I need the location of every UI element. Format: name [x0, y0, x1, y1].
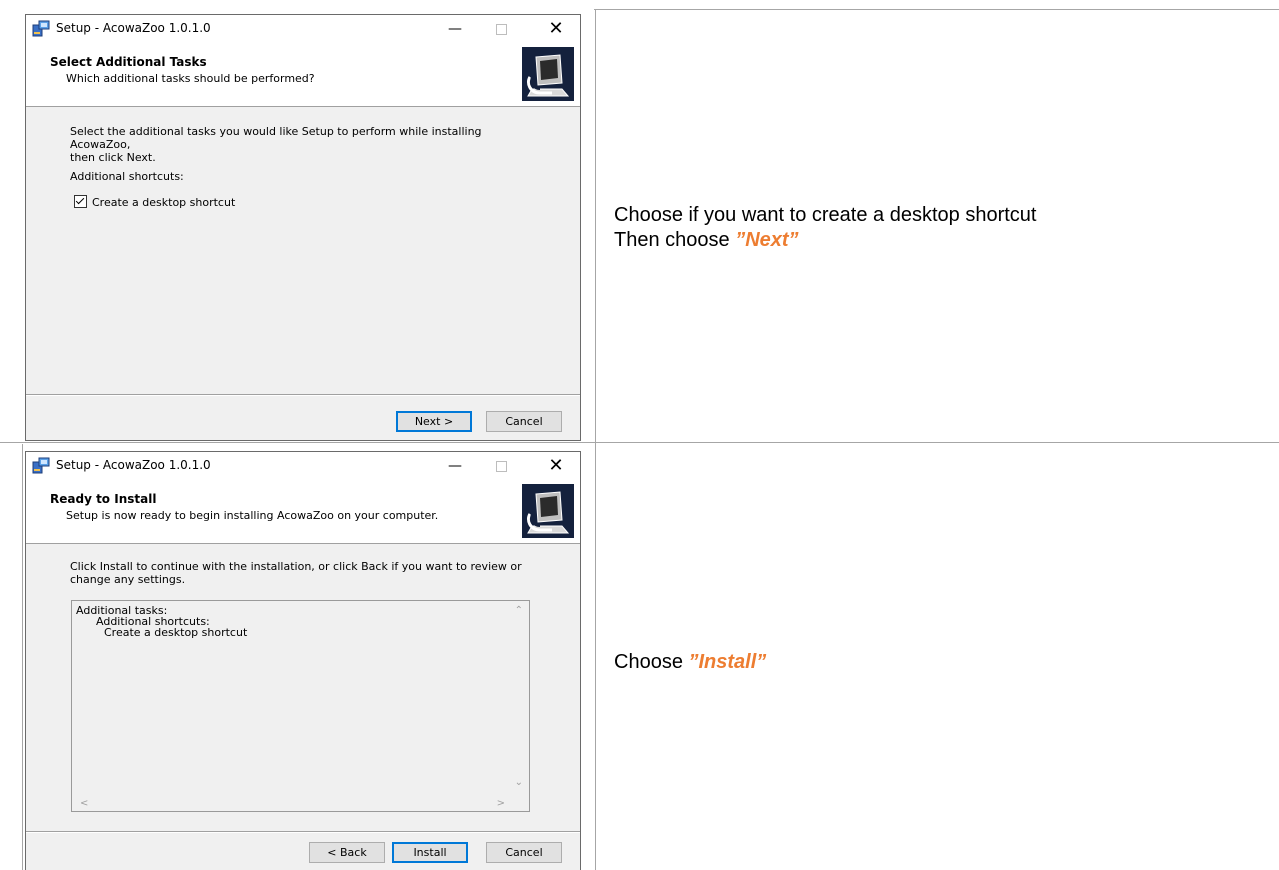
- setup-app-icon: [32, 20, 50, 37]
- scroll-left-icon[interactable]: <: [80, 798, 88, 809]
- table-column-divider: [595, 9, 596, 870]
- install-button[interactable]: Install: [392, 842, 468, 863]
- scroll-right-icon[interactable]: >: [497, 798, 505, 809]
- table-left-edge: [22, 444, 23, 870]
- close-button[interactable]: ✕: [534, 15, 578, 43]
- scroll-up-icon[interactable]: ⌃: [515, 605, 523, 616]
- back-button[interactable]: < Back: [309, 842, 385, 863]
- maximize-button[interactable]: [479, 452, 523, 480]
- page-subtitle: Setup is now ready to begin installing A…: [66, 509, 439, 522]
- group-label: Additional shortcuts:: [70, 170, 184, 183]
- wizard-header: Ready to Install Setup is now ready to b…: [26, 480, 580, 544]
- page-title: Ready to Install: [50, 492, 157, 506]
- setup-dialog-select-tasks: Setup - AcowaZoo 1.0.1.0 — ✕ Select Addi…: [25, 14, 581, 441]
- checkbox-label: Create a desktop shortcut: [92, 196, 236, 209]
- instructions-line-2: change any settings.: [70, 573, 186, 586]
- instruction-line-2: Then choose ”Next”: [614, 228, 1036, 253]
- instructions-text: Click Install to continue with the insta…: [70, 560, 540, 586]
- setup-dialog-ready-to-install: Setup - AcowaZoo 1.0.1.0 — ✕ Ready to In…: [25, 451, 581, 870]
- cancel-button[interactable]: Cancel: [486, 842, 562, 863]
- instruction-prefix: Then choose: [614, 229, 736, 251]
- table-border-top: [594, 9, 1279, 10]
- title-bar: Setup - AcowaZoo 1.0.1.0 — ✕: [26, 15, 580, 43]
- ready-memo-box[interactable]: Additional tasks: Additional shortcuts: …: [71, 600, 530, 812]
- instructions-line-1: Select the additional tasks you would li…: [70, 125, 482, 151]
- next-emphasis: ”Next”: [735, 229, 799, 251]
- step-instruction-next: Choose if you want to create a desktop s…: [614, 203, 1036, 253]
- footer-divider-highlight: [26, 395, 580, 396]
- footer-divider-highlight: [26, 832, 580, 833]
- instructions-line-1: Click Install to continue with the insta…: [70, 560, 522, 573]
- title-bar: Setup - AcowaZoo 1.0.1.0 — ✕: [26, 452, 580, 480]
- install-emphasis: ”Install”: [688, 651, 767, 673]
- desktop-shortcut-option[interactable]: Create a desktop shortcut: [74, 195, 235, 209]
- step-instruction-install: Choose ”Install”: [614, 650, 766, 675]
- page-subtitle: Which additional tasks should be perform…: [66, 72, 315, 85]
- maximize-button[interactable]: [479, 15, 523, 43]
- memo-line-3: Create a desktop shortcut: [104, 626, 248, 639]
- wizard-header: Select Additional Tasks Which additional…: [26, 43, 580, 107]
- close-button[interactable]: ✕: [534, 452, 578, 480]
- next-button[interactable]: Next >: [396, 411, 472, 432]
- minimize-button[interactable]: —: [433, 452, 477, 480]
- desktop-shortcut-checkbox[interactable]: [74, 195, 87, 208]
- instructions-text: Select the additional tasks you would li…: [70, 125, 540, 164]
- window-title: Setup - AcowaZoo 1.0.1.0: [56, 458, 211, 472]
- instructions-line-2: then click Next.: [70, 151, 156, 164]
- setup-app-icon: [32, 457, 50, 474]
- minimize-button[interactable]: —: [433, 15, 477, 43]
- page-title: Select Additional Tasks: [50, 55, 207, 69]
- wizard-computer-icon: [522, 484, 574, 538]
- window-title: Setup - AcowaZoo 1.0.1.0: [56, 21, 211, 35]
- cancel-button[interactable]: Cancel: [486, 411, 562, 432]
- wizard-computer-icon: [522, 47, 574, 101]
- instruction-prefix: Choose: [614, 651, 689, 673]
- scroll-down-icon[interactable]: ⌄: [515, 777, 523, 788]
- instruction-line-1: Choose if you want to create a desktop s…: [614, 204, 1037, 226]
- table-row-divider: [0, 442, 1279, 443]
